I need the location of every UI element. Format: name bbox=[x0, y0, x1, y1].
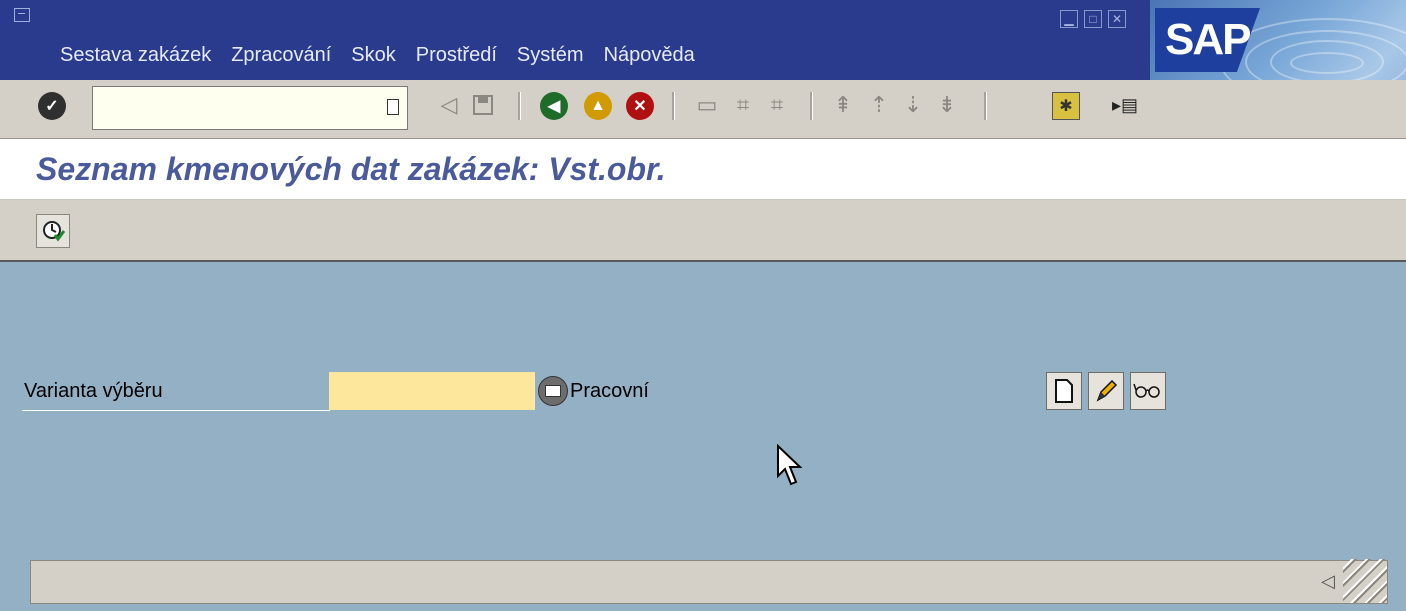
create-session-icon[interactable]: ✱ bbox=[1052, 92, 1080, 120]
menu-item-skok[interactable]: Skok bbox=[341, 44, 405, 67]
status-bar: ◁ bbox=[30, 559, 1388, 604]
selection-variant-input[interactable] bbox=[329, 372, 535, 410]
back-icon[interactable]: ◁ bbox=[436, 92, 462, 118]
exit-icon[interactable]: ▲ bbox=[584, 92, 612, 120]
execute-icon bbox=[43, 221, 65, 242]
enter-icon[interactable]: ✓ bbox=[38, 92, 66, 120]
previous-page-icon[interactable]: ⇡ bbox=[866, 92, 892, 118]
new-document-icon bbox=[1055, 379, 1073, 403]
glasses-icon bbox=[1133, 383, 1160, 398]
menu-item-napoveda[interactable]: Nápověda bbox=[594, 44, 705, 67]
command-input[interactable] bbox=[97, 93, 371, 125]
mouse-cursor-icon bbox=[777, 444, 803, 486]
status-toggle-icon[interactable]: ◁ bbox=[1321, 571, 1335, 592]
menu-item-zpracovani[interactable]: Zpracování bbox=[221, 44, 341, 67]
label-underline bbox=[22, 410, 330, 411]
maximize-button[interactable]: □ bbox=[1084, 10, 1102, 28]
find-next-icon[interactable]: ⌗ bbox=[764, 92, 790, 118]
screen-title-bar: Seznam kmenových dat zakázek: Vst.obr. bbox=[0, 139, 1406, 200]
history-icon[interactable] bbox=[387, 99, 399, 115]
toolbar-separator bbox=[672, 92, 675, 120]
back-green-icon[interactable]: ◀ bbox=[540, 92, 568, 120]
create-variant-button[interactable] bbox=[1046, 372, 1082, 410]
menu-item-sestava-zakazek[interactable]: Sestava zakázek bbox=[50, 44, 221, 67]
toolbar-separator bbox=[518, 92, 521, 120]
generate-shortcut-icon[interactable]: ▸▤ bbox=[1112, 92, 1138, 118]
execute-button[interactable] bbox=[36, 214, 70, 248]
window-controls: ▁ □ ✕ bbox=[1060, 10, 1126, 28]
save-icon[interactable] bbox=[470, 92, 496, 118]
find-icon[interactable]: ⌗ bbox=[730, 92, 756, 118]
menu-item-system[interactable]: Systém bbox=[507, 44, 594, 67]
change-variant-button[interactable] bbox=[1088, 372, 1124, 410]
system-menu-icon[interactable] bbox=[14, 8, 30, 22]
toolbar-separator bbox=[984, 92, 987, 120]
menu-item-prostredi[interactable]: Prostředí bbox=[406, 44, 507, 67]
value-help-button[interactable] bbox=[538, 376, 568, 406]
print-icon[interactable]: ▭ bbox=[694, 92, 720, 118]
resize-grip[interactable] bbox=[1343, 559, 1387, 603]
minimize-button[interactable]: ▁ bbox=[1060, 10, 1078, 28]
variant-description: Pracovní bbox=[570, 380, 649, 402]
page-title: Seznam kmenových dat zakázek: Vst.obr. bbox=[36, 151, 666, 187]
next-page-icon[interactable]: ⇣ bbox=[900, 92, 926, 118]
cancel-icon[interactable]: ✕ bbox=[626, 92, 654, 120]
first-page-icon[interactable]: ⇞ bbox=[830, 92, 856, 118]
value-help-icon bbox=[545, 385, 561, 397]
toolbar-separator bbox=[810, 92, 813, 120]
selection-variant-label: Varianta výběru bbox=[24, 380, 163, 402]
last-page-icon[interactable]: ⇟ bbox=[934, 92, 960, 118]
application-toolbar bbox=[0, 200, 1406, 262]
display-variant-button[interactable] bbox=[1130, 372, 1166, 410]
close-button[interactable]: ✕ bbox=[1108, 10, 1126, 28]
menu-bar: Sestava zakázek Zpracování Skok Prostřed… bbox=[50, 44, 705, 67]
pencil-icon bbox=[1096, 379, 1118, 402]
command-field[interactable] bbox=[92, 86, 408, 130]
